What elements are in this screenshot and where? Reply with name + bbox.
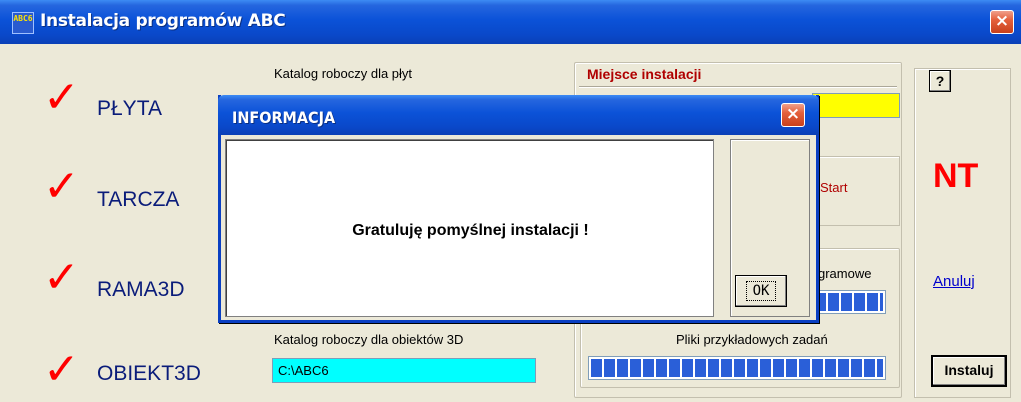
examples-label: Pliki przykładowych zadań xyxy=(676,332,828,347)
dialog-close-button[interactable]: × xyxy=(781,103,805,127)
check-icon: ✓ xyxy=(43,72,80,123)
program-files-progress-fill xyxy=(815,293,883,311)
check-icon: ✓ xyxy=(43,161,80,212)
program-label-plyta: PŁYTA xyxy=(97,97,162,120)
objects-dir-label: Katalog roboczy dla obiektów 3D xyxy=(274,332,464,347)
objects-dir-field[interactable]: C:\ABC6 xyxy=(272,358,536,383)
install-button[interactable]: Instaluj xyxy=(931,355,1007,387)
program-label-tarcza: TARCZA xyxy=(97,188,180,211)
install-location-label: Miejsce instalacji xyxy=(587,66,702,82)
side-panel xyxy=(914,68,1011,398)
message-panel: Gratuluję pomyślnej instalacji ! xyxy=(225,139,714,317)
dialog-title: INFORMACJA xyxy=(232,108,336,127)
plates-dir-label: Katalog roboczy dla płyt xyxy=(274,66,413,81)
close-window-button[interactable]: × xyxy=(990,10,1014,34)
examples-progress xyxy=(588,356,886,380)
program-files-label: gramowe xyxy=(818,266,872,281)
dialog-message: Gratuluję pomyślnej instalacji ! xyxy=(352,222,589,239)
cancel-link[interactable]: Anuluj xyxy=(933,273,975,290)
start-menu-label: Start xyxy=(820,180,848,195)
program-files-progress xyxy=(812,290,886,314)
program-label-rama3d: RAMA3D xyxy=(97,278,185,301)
help-button[interactable]: ? xyxy=(929,70,951,92)
check-icon: ✓ xyxy=(43,252,80,303)
window-title: Instalacja programów ABC xyxy=(40,11,286,31)
examples-progress-fill xyxy=(591,359,883,377)
dialog-title-bar: INFORMACJA × xyxy=(218,95,819,135)
separator xyxy=(579,86,897,87)
title-bar: ABC6 Instalacja programów ABC × xyxy=(0,0,1021,44)
ok-button-label: OK xyxy=(745,281,777,301)
check-icon: ✓ xyxy=(43,344,80,395)
os-badge: NT xyxy=(933,157,979,195)
ok-button[interactable]: OK xyxy=(735,275,787,307)
program-label-obiekt3d: OBIEKT3D xyxy=(97,362,201,385)
app-icon: ABC6 xyxy=(12,12,34,34)
information-dialog: INFORMACJA × Gratuluję pomyślnej instala… xyxy=(218,95,819,323)
install-location-field[interactable] xyxy=(812,93,900,118)
